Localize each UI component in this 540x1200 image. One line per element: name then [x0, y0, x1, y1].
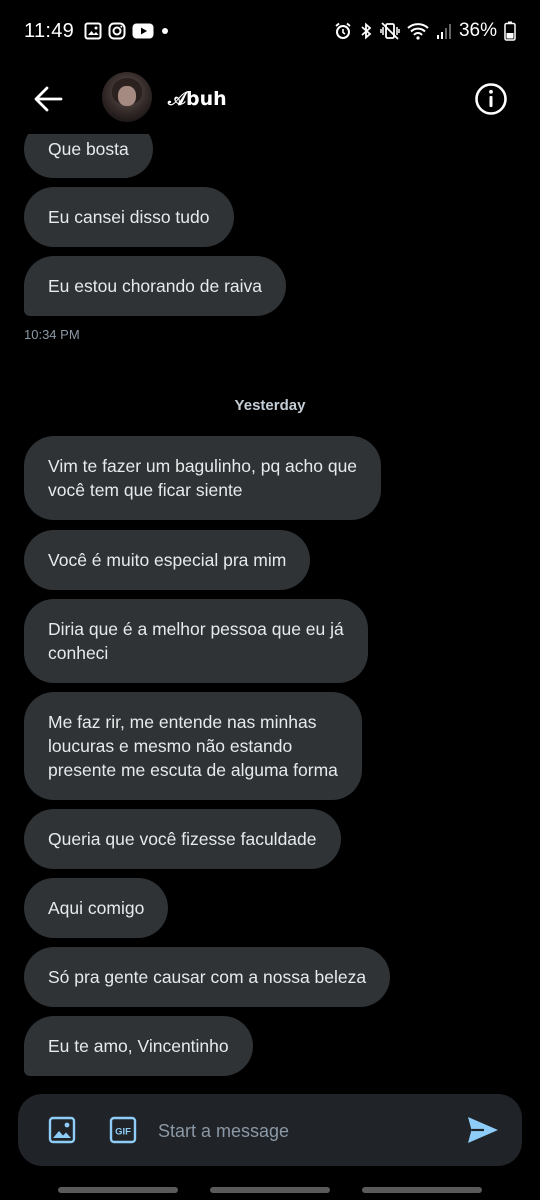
- message-bubble[interactable]: Você é muito especial pra mim: [24, 530, 311, 590]
- battery-percent: 36%: [458, 20, 497, 41]
- youtube-icon: [132, 23, 154, 39]
- battery-icon: [504, 21, 516, 41]
- message-composer: GIF: [18, 1094, 522, 1166]
- day-divider: Yesterday: [234, 397, 306, 414]
- message-timestamp: 10:34 PM: [24, 327, 80, 342]
- system-nav-bar: [0, 1184, 540, 1200]
- message-bubble[interactable]: Eu cansei disso tudo: [24, 187, 234, 247]
- message-list[interactable]: Que bosta Eu cansei disso tudo Eu estou …: [0, 134, 540, 1084]
- instagram-icon: [108, 22, 126, 40]
- nav-recents-handle[interactable]: [58, 1187, 178, 1193]
- signal-icon: [436, 24, 451, 39]
- send-icon: [468, 1117, 498, 1143]
- vibrate-icon: [380, 22, 400, 40]
- info-button[interactable]: [474, 82, 508, 116]
- system-icons: 36%: [334, 20, 516, 42]
- image-icon: [48, 1116, 76, 1144]
- nav-back-handle[interactable]: [362, 1187, 482, 1193]
- message-bubble[interactable]: Só pra gente causar com a nossa beleza: [24, 947, 391, 1007]
- notification-icons: [84, 22, 170, 40]
- message-bubble[interactable]: Aqui comigo: [24, 878, 169, 938]
- add-image-button[interactable]: [48, 1116, 76, 1144]
- message-input[interactable]: [158, 1116, 438, 1146]
- send-button[interactable]: [466, 1114, 500, 1146]
- status-time: 11:49: [24, 19, 75, 42]
- message-bubble[interactable]: Queria que você fizesse faculdade: [24, 809, 341, 869]
- gallery-icon: [84, 22, 102, 40]
- message-bubble[interactable]: Que bosta: [24, 134, 153, 178]
- message-bubble[interactable]: Vim te fazer um bagulinho, pq acho que v…: [24, 436, 382, 520]
- wifi-icon: [407, 23, 429, 40]
- bluetooth-icon: [361, 22, 372, 40]
- message-bubble[interactable]: Diria que é a melhor pessoa que eu já co…: [24, 599, 368, 683]
- conversation-header: 𝒜buh: [0, 62, 540, 134]
- message-bubble[interactable]: Eu te amo, Vincentinho: [24, 1016, 253, 1076]
- dot-icon: [162, 28, 169, 34]
- gif-icon: GIF: [109, 1116, 137, 1144]
- arrow-left-icon: [34, 86, 63, 112]
- avatar-face: [118, 86, 136, 106]
- info-icon: [475, 83, 507, 115]
- back-button[interactable]: [30, 82, 66, 116]
- message-bubble[interactable]: Me faz rir, me entende nas minhas loucur…: [24, 692, 362, 800]
- contact-name[interactable]: 𝒜buh: [168, 88, 227, 110]
- contact-avatar[interactable]: [102, 72, 152, 122]
- status-bar: 11:49 36%: [0, 0, 540, 62]
- nav-home-handle[interactable]: [210, 1187, 330, 1193]
- status-left: 11:49: [24, 20, 170, 43]
- gif-label: GIF: [115, 1127, 131, 1138]
- message-bubble[interactable]: Eu estou chorando de raiva: [24, 256, 287, 316]
- alarm-icon: [335, 22, 351, 39]
- add-gif-button[interactable]: GIF: [109, 1116, 137, 1144]
